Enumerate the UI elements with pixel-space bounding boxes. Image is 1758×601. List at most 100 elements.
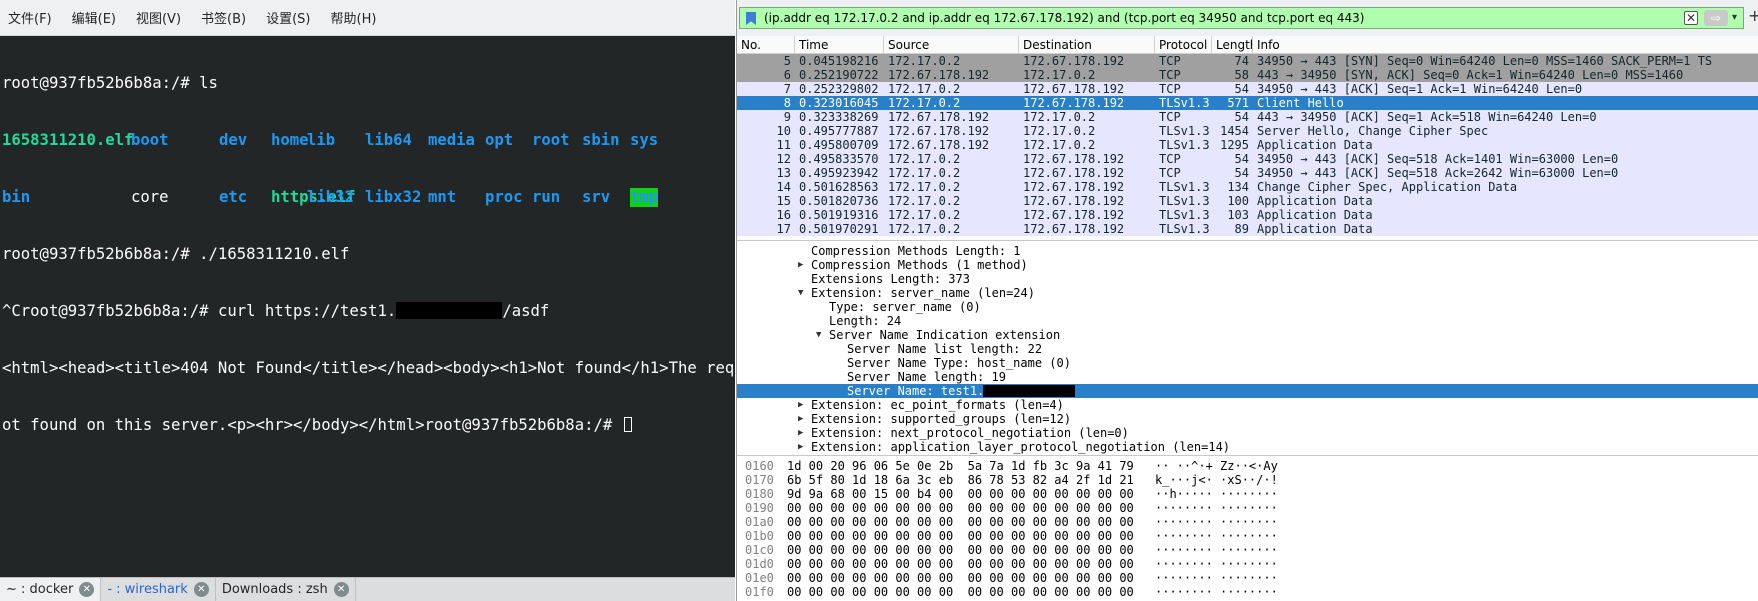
menu-view[interactable]: 视图(V) [136, 8, 181, 27]
terminal-line: ot found on this server.<p><hr></body></… [2, 416, 735, 435]
packet-row-selected[interactable]: 8 0.323016045 172.17.0.2 172.67.178.192 TLSv… [737, 96, 1758, 110]
packet-list[interactable]: No. Time Source Destination Protocol Len… [737, 36, 1758, 241]
column-header-destination[interactable]: Destination [1019, 36, 1155, 53]
packet-cell-len: 74 [1234, 54, 1249, 68]
packet-cell-len: 571 [1227, 96, 1249, 110]
column-header-protocol[interactable]: Protocol [1155, 36, 1212, 53]
packet-cell-dst: 172.67.178.192 [1023, 194, 1125, 208]
terminal-output[interactable]: root@937fb52b6b8a:/# ls 1658311210.elf bo… [0, 36, 735, 577]
packet-cell-dst: 172.67.178.192 [1023, 54, 1125, 68]
byte-offset: 01a0 [745, 515, 774, 529]
display-filter-input[interactable]: (ip.addr eq 172.17.0.2 and ip.addr eq 17… [739, 7, 1744, 29]
byte-hex: 00 00 00 00 00 00 00 00 00 00 00 00 00 0… [787, 501, 1134, 515]
terminal-window[interactable]: 文件(F) 编辑(E) 视图(V) 书签(B) 设置(S) 帮助(H) root… [0, 0, 735, 601]
detail-row[interactable]: ▼ Extension: server_name (len=24) [737, 286, 1758, 300]
detail-row[interactable]: ▶ Extension: application_layer_protocol_n… [737, 440, 1758, 454]
bytes-row[interactable]: 01d0 00 00 00 00 00 00 00 00 00 00 00 00 … [737, 557, 1758, 571]
collapse-triangle-icon[interactable]: ▶ [798, 412, 808, 426]
detail-row[interactable]: ▶ Extension: next_protocol_negotiation (l… [737, 426, 1758, 440]
menu-bookmarks[interactable]: 书签(B) [201, 8, 246, 27]
packet-row[interactable]: 14 0.501628563 172.17.0.2 172.67.178.192 TLS… [737, 180, 1758, 194]
packet-row[interactable]: 10 0.495777887 172.67.178.192 172.17.0.2 TLS… [737, 124, 1758, 138]
detail-row[interactable]: ▶ Extension: ec_point_formats (len=4) [737, 398, 1758, 412]
expand-triangle-icon[interactable]: ▼ [798, 286, 808, 300]
packet-details-tree[interactable]: Compression Methods Length: 1 ▶ Compressio… [737, 242, 1758, 456]
packet-row[interactable]: 17 0.501970291 172.17.0.2 172.67.178.192 TLS… [737, 222, 1758, 236]
bytes-row[interactable]: 01c0 00 00 00 00 00 00 00 00 00 00 00 00 … [737, 543, 1758, 557]
packet-row[interactable]: 9 0.323338269 172.67.178.192 172.17.0.2 TCP 5… [737, 110, 1758, 124]
detail-row[interactable]: Server Name length: 19 [737, 370, 1758, 384]
bytes-row[interactable]: 01e0 00 00 00 00 00 00 00 00 00 00 00 00 … [737, 571, 1758, 585]
column-header-time[interactable]: Time [795, 36, 884, 53]
detail-row[interactable]: Length: 24 [737, 314, 1758, 328]
close-icon[interactable]: ✕ [193, 582, 209, 597]
packet-row[interactable]: 6 0.252190722 172.67.178.192 172.17.0.2 TCP 5… [737, 68, 1758, 82]
bytes-row[interactable]: 0180 9d 9a 68 00 15 00 b4 00 00 00 00 00 … [737, 487, 1758, 501]
close-icon[interactable]: ✕ [79, 582, 95, 597]
clear-filter-icon[interactable]: ✕ [1684, 11, 1698, 25]
filter-expression[interactable]: (ip.addr eq 172.17.0.2 and ip.addr eq 17… [764, 11, 1365, 25]
bytes-row[interactable]: 0190 00 00 00 00 00 00 00 00 00 00 00 00 … [737, 501, 1758, 515]
ls-entry: lib [307, 131, 336, 149]
packet-cell-dst: 172.17.0.2 [1023, 138, 1096, 152]
detail-row[interactable]: Type: server_name (0) [737, 300, 1758, 314]
packet-row[interactable]: 7 0.252329802 172.17.0.2 172.67.178.192 TCP 5… [737, 82, 1758, 96]
bookmark-icon[interactable] [746, 12, 756, 25]
add-filter-button-icon[interactable]: + [1748, 7, 1758, 25]
packet-cell-src: 172.17.0.2 [888, 166, 961, 180]
tab-wireshark[interactable]: - : wireshark ✕ [101, 578, 216, 601]
column-header-info[interactable]: Info [1253, 36, 1758, 53]
packet-row[interactable]: 5 0.045198216 172.17.0.2 172.67.178.192 TCP 7… [737, 54, 1758, 68]
shell-prompt: root@937fb52b6b8a:/# [2, 74, 200, 92]
detail-row[interactable]: ▶ Compression Methods (1 method) [737, 258, 1758, 272]
collapse-triangle-icon[interactable]: ▶ [798, 426, 808, 440]
chevron-down-icon[interactable]: ▾ [1732, 12, 1742, 24]
menu-settings[interactable]: 设置(S) [266, 8, 310, 27]
packet-cell-len: 1454 [1220, 124, 1249, 138]
ls-entry: opt [485, 131, 514, 149]
detail-row[interactable]: Extensions Length: 373 [737, 272, 1758, 286]
bytes-row[interactable]: 01a0 00 00 00 00 00 00 00 00 00 00 00 00 … [737, 515, 1758, 529]
packet-cell-time: 0.495777887 [799, 124, 879, 138]
column-header-source[interactable]: Source [884, 36, 1019, 53]
detail-row[interactable]: Compression Methods Length: 1 [737, 244, 1758, 258]
column-header-no[interactable]: No. [737, 36, 795, 53]
detail-text: Compression Methods Length: 1 [811, 244, 1021, 258]
menu-edit[interactable]: 编辑(E) [72, 8, 116, 27]
packet-row[interactable]: 13 0.495923942 172.17.0.2 172.67.178.192 TCP… [737, 166, 1758, 180]
column-header-length[interactable]: Length [1212, 36, 1253, 53]
bytes-row[interactable]: 0160 1d 00 20 96 06 5e 0e 2b 5a 7a 1d fb … [737, 459, 1758, 473]
detail-text: Server Name length: 19 [847, 370, 1006, 384]
close-icon[interactable]: ✕ [333, 582, 349, 597]
byte-ascii: ········ ········ [1155, 585, 1278, 599]
byte-ascii: ·· ··^·+ Zz··<·Ay [1155, 459, 1278, 473]
curl-output: ot found on this server.<p><hr></body></… [2, 416, 425, 434]
collapse-triangle-icon[interactable]: ▶ [798, 398, 808, 412]
menu-help[interactable]: 帮助(H) [331, 8, 377, 27]
collapse-triangle-icon[interactable]: ▶ [798, 258, 808, 272]
expand-triangle-icon[interactable]: ▼ [816, 328, 826, 342]
detail-row-selected[interactable]: Server Name: test1. [737, 384, 1758, 398]
apply-filter-icon[interactable]: ⇨ [1704, 10, 1728, 26]
byte-ascii: ········ ········ [1155, 529, 1278, 543]
detail-text: Server Name Type: host_name (0) [847, 356, 1071, 370]
packet-row[interactable]: 15 0.501820736 172.17.0.2 172.67.178.192 TLS… [737, 194, 1758, 208]
packet-row[interactable]: 11 0.495800709 172.67.178.192 172.17.0.2 TLS… [737, 138, 1758, 152]
detail-row[interactable]: Server Name list length: 22 [737, 342, 1758, 356]
packet-row[interactable]: 12 0.495833570 172.17.0.2 172.67.178.192 TCP… [737, 152, 1758, 166]
bytes-row[interactable]: 01f0 00 00 00 00 00 00 00 00 00 00 00 00 … [737, 585, 1758, 599]
packet-cell-no: 9 [783, 110, 791, 124]
detail-row[interactable]: ▶ Extension: supported_groups (len=12) [737, 412, 1758, 426]
packet-cell-time: 0.323338269 [799, 110, 879, 124]
collapse-triangle-icon[interactable]: ▶ [798, 440, 808, 454]
detail-row[interactable]: Server Name Type: host_name (0) [737, 356, 1758, 370]
packet-row[interactable]: 16 0.501919316 172.17.0.2 172.67.178.192 TLS… [737, 208, 1758, 222]
tab-docker[interactable]: ~ : docker ✕ [0, 578, 102, 601]
bytes-row[interactable]: 01b0 00 00 00 00 00 00 00 00 00 00 00 00 … [737, 529, 1758, 543]
detail-row[interactable]: ▼ Server Name Indication extension [737, 328, 1758, 342]
wireshark-window[interactable]: (ip.addr eq 172.17.0.2 and ip.addr eq 17… [736, 0, 1758, 601]
menu-file[interactable]: 文件(F) [8, 8, 52, 27]
tab-downloads[interactable]: Downloads : zsh ✕ [216, 578, 356, 601]
packet-bytes-pane[interactable]: 0160 1d 00 20 96 06 5e 0e 2b 5a 7a 1d fb … [737, 457, 1758, 601]
bytes-row[interactable]: 0170 6b 5f 80 1d 18 6a 3c eb 86 78 53 82 … [737, 473, 1758, 487]
